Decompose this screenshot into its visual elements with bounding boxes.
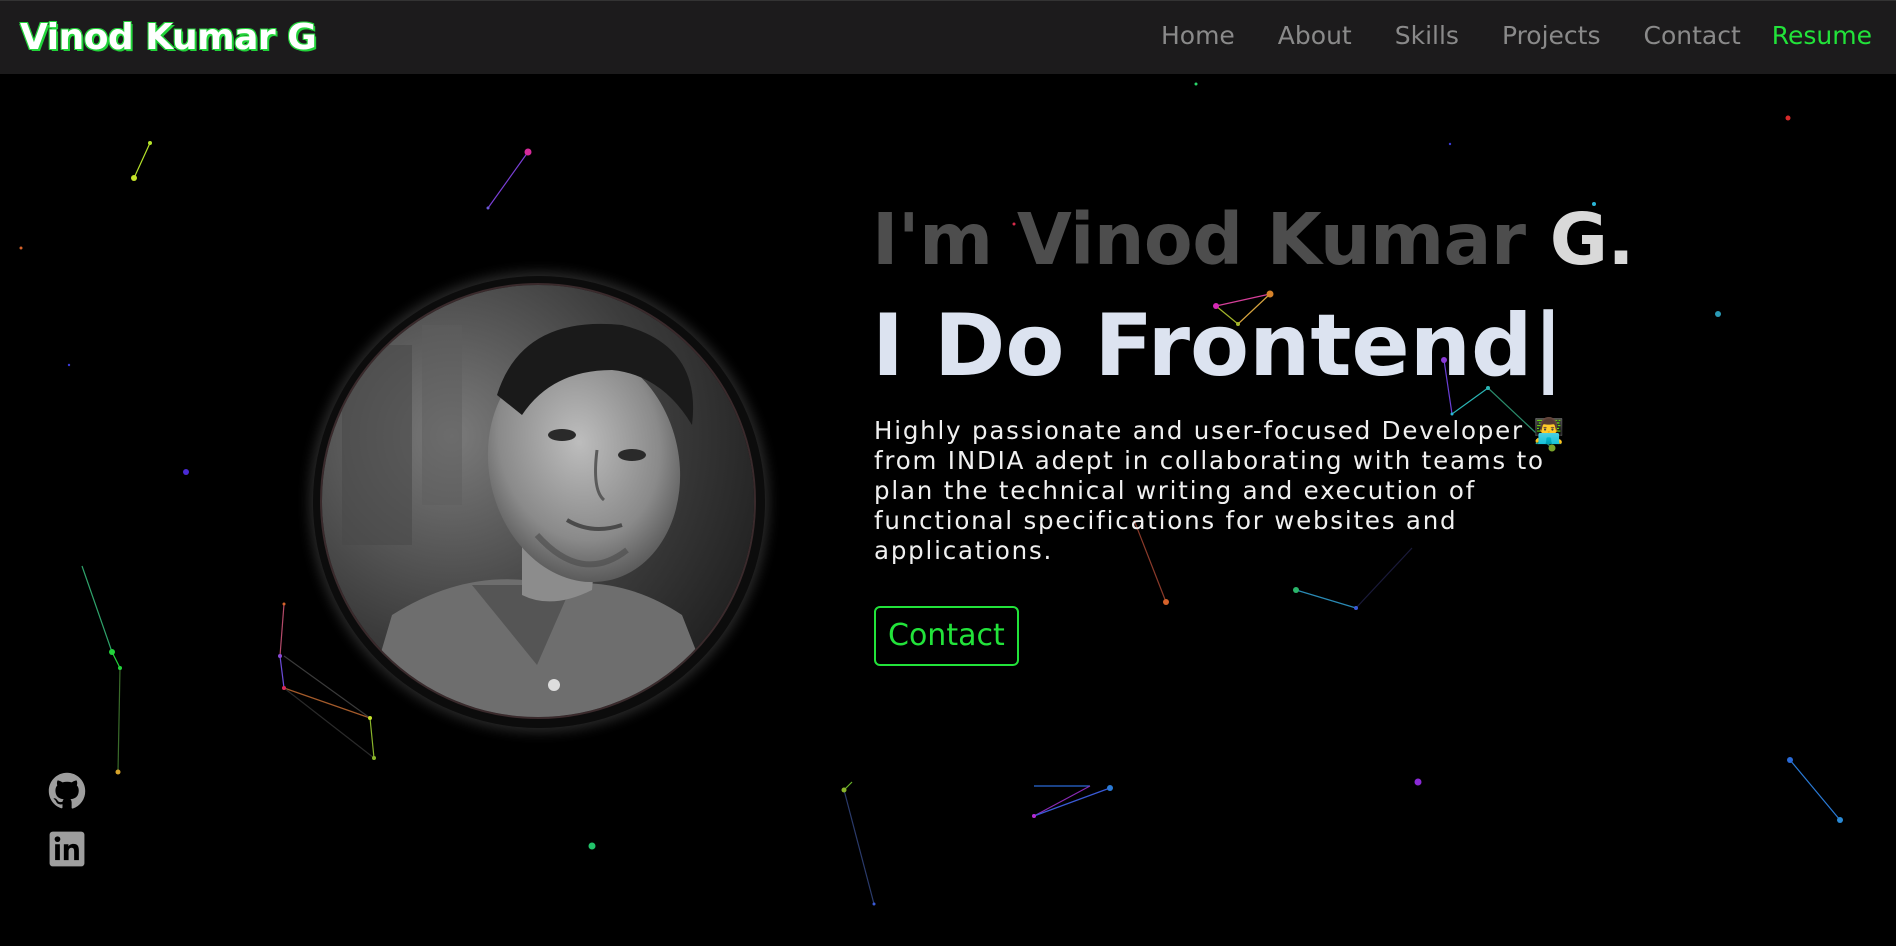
contact-button[interactable]: Contact [874, 606, 1019, 666]
typing-cursor: | [1532, 296, 1564, 396]
nav-link-skills[interactable]: Skills [1395, 21, 1459, 50]
person-portrait-illustration [322, 285, 754, 717]
portfolio-page: Vinod Kumar G Home About Skills Projects… [0, 0, 1896, 946]
hero-role-text: I Do Frontend [872, 296, 1533, 396]
hero-description: Highly passionate and user-focused Devel… [874, 416, 1566, 565]
profile-photo [320, 283, 756, 719]
profile-photo-frame [313, 276, 765, 728]
nav-link-about[interactable]: About [1278, 21, 1352, 50]
hero-role-typewriter: I Do Frontend| [872, 296, 1632, 396]
hero-name-last: G. [1549, 198, 1635, 281]
hero-name: I'm Vinod Kumar G. [872, 198, 1635, 282]
hero-name-first: I'm Vinod Kumar [872, 198, 1550, 281]
nav-link-contact[interactable]: Contact [1644, 21, 1741, 50]
nav-link-projects[interactable]: Projects [1502, 21, 1601, 50]
github-icon[interactable] [48, 772, 86, 810]
social-links [48, 772, 86, 888]
nav-link-home[interactable]: Home [1161, 21, 1235, 50]
hero-section: I'm Vinod Kumar G. I Do Frontend| Highly… [872, 198, 1635, 666]
nav-links: Home About Skills Projects Contact Resum… [1118, 21, 1872, 50]
brand-logo[interactable]: Vinod Kumar G [20, 17, 317, 58]
linkedin-icon[interactable] [48, 830, 86, 868]
nav-link-resume[interactable]: Resume [1772, 21, 1872, 50]
navbar: Vinod Kumar G Home About Skills Projects… [0, 0, 1896, 74]
